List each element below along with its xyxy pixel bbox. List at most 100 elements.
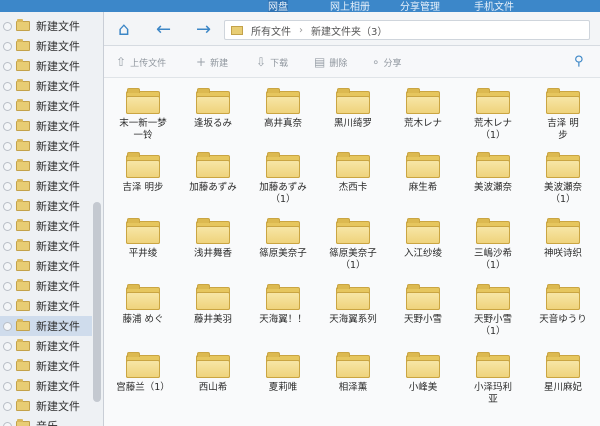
sidebar-folder-item[interactable]: 新建文件 — [0, 396, 92, 416]
sidebar-folder-item[interactable]: 新建文件 — [0, 296, 92, 316]
folder-item[interactable]: 篠原美奈子 （1） — [318, 216, 388, 280]
sidebar-folder-item[interactable]: 新建文件 — [0, 316, 92, 336]
home-icon[interactable]: ⌂ — [118, 21, 129, 39]
folder-item[interactable]: 小峰美 — [388, 350, 458, 414]
sidebar-folder-item[interactable]: 新建文件 — [0, 216, 92, 236]
folder-icon — [406, 88, 440, 114]
expand-toggle-icon[interactable] — [3, 401, 12, 411]
sidebar-folder-item[interactable]: 新建文件 — [0, 256, 92, 276]
sidebar-folder-item[interactable]: 新建文件 — [0, 76, 92, 96]
folder-name-line2: （1） — [480, 130, 506, 141]
folder-item[interactable]: 相泽薰 — [318, 350, 388, 414]
folder-item[interactable]: 加藤あずみ （1） — [248, 150, 318, 214]
folder-item[interactable]: 末一新一梦 一铃 — [108, 86, 178, 150]
new-folder-button[interactable]: + 新建 — [196, 55, 228, 69]
expand-toggle-icon[interactable] — [3, 301, 12, 311]
expand-toggle-icon[interactable] — [3, 81, 12, 91]
expand-toggle-icon[interactable] — [3, 181, 12, 191]
sidebar-folder-item[interactable]: 新建文件 — [0, 36, 92, 56]
folder-icon — [16, 219, 30, 231]
folder-item[interactable]: 篠原美奈子 — [248, 216, 318, 280]
expand-toggle-icon[interactable] — [3, 421, 12, 426]
upload-button[interactable]: ⇧ 上传文件 — [116, 55, 166, 69]
sidebar-folder-item[interactable]: 音乐 — [0, 416, 92, 426]
expand-toggle-icon[interactable] — [3, 101, 12, 111]
sidebar-folder-item[interactable]: 新建文件 — [0, 116, 92, 136]
expand-toggle-icon[interactable] — [3, 321, 12, 331]
expand-toggle-icon[interactable] — [3, 281, 12, 291]
share-button[interactable]: ∘ 分享 — [372, 55, 402, 69]
expand-toggle-icon[interactable] — [3, 261, 12, 271]
delete-button[interactable]: ▤ 删除 — [314, 55, 347, 69]
expand-toggle-icon[interactable] — [3, 381, 12, 391]
expand-toggle-icon[interactable] — [3, 121, 12, 131]
expand-toggle-icon[interactable] — [3, 21, 12, 31]
folder-item[interactable]: 浅井舞香 — [178, 216, 248, 280]
back-arrow-icon[interactable]: ← — [156, 21, 171, 39]
folder-name: 藤浦 めぐ — [122, 314, 164, 325]
folder-item[interactable]: 天野小雪 — [388, 282, 458, 346]
sidebar-folder-item[interactable]: 新建文件 — [0, 56, 92, 76]
expand-toggle-icon[interactable] — [3, 41, 12, 51]
folder-item[interactable]: 藤井美羽 — [178, 282, 248, 346]
folder-name: 吉泽 明步 — [122, 182, 164, 193]
folder-item[interactable]: 平井绫 — [108, 216, 178, 280]
folder-item[interactable]: 西山希 — [178, 350, 248, 414]
folder-item[interactable]: 逢坂るみ — [178, 86, 248, 150]
expand-toggle-icon[interactable] — [3, 161, 12, 171]
folder-item[interactable]: 天海翼！！ — [248, 282, 318, 346]
sidebar-folder-item[interactable]: 新建文件 — [0, 276, 92, 296]
expand-toggle-icon[interactable] — [3, 221, 12, 231]
folder-item[interactable]: 黑川绮罗 — [318, 86, 388, 150]
sidebar-folder-item[interactable]: 新建文件 — [0, 336, 92, 356]
sidebar-folder-item[interactable]: 新建文件 — [0, 376, 92, 396]
sidebar-folder-item[interactable]: 新建文件 — [0, 136, 92, 156]
folder-item[interactable]: 宫藤兰（1） — [108, 350, 178, 414]
folder-item[interactable]: 麻生希 — [388, 150, 458, 214]
breadcrumb-all-files[interactable]: 所有文件 — [251, 23, 291, 38]
expand-toggle-icon[interactable] — [3, 361, 12, 371]
folder-item[interactable]: 美波瀬奈 （1） — [528, 150, 598, 214]
folder-name: 加藤あずみ — [189, 182, 237, 193]
search-icon[interactable]: ⚲ — [574, 54, 584, 69]
expand-toggle-icon[interactable] — [3, 201, 12, 211]
sidebar-folder-item[interactable]: 新建文件 — [0, 96, 92, 116]
folder-item[interactable]: 小泽玛利亚 — [458, 350, 528, 414]
folder-item[interactable]: 杰西卡 — [318, 150, 388, 214]
folder-name: 吉泽 明 — [547, 118, 579, 129]
folder-item[interactable]: 荒木レナ （1） — [458, 86, 528, 150]
download-button[interactable]: ⇩ 下载 — [256, 55, 288, 69]
folder-item[interactable]: 天野小雪 （1） — [458, 282, 528, 346]
sidebar-folder-item[interactable]: 新建文件 — [0, 156, 92, 176]
sidebar-scrollbar[interactable] — [93, 202, 101, 402]
expand-toggle-icon[interactable] — [3, 61, 12, 71]
folder-item[interactable]: 星川麻妃 — [528, 350, 598, 414]
folder-item[interactable]: 加藤あずみ — [178, 150, 248, 214]
sidebar-folder-label: 新建文件 — [36, 180, 80, 193]
expand-toggle-icon[interactable] — [3, 241, 12, 251]
folder-item[interactable]: 荒木レナ — [388, 86, 458, 150]
folder-item[interactable]: 天海翼系列 — [318, 282, 388, 346]
sidebar-folder-label: 新建文件 — [36, 160, 80, 173]
expand-toggle-icon[interactable] — [3, 341, 12, 351]
breadcrumb-current-folder[interactable]: 新建文件夹（3） — [311, 23, 387, 38]
folder-item[interactable]: 天音ゆうり — [528, 282, 598, 346]
folder-icon — [16, 79, 30, 91]
sidebar-folder-item[interactable]: 新建文件 — [0, 356, 92, 376]
sidebar-folder-item[interactable]: 新建文件 — [0, 176, 92, 196]
folder-item[interactable]: 吉泽 明步 — [528, 86, 598, 150]
folder-icon — [126, 88, 160, 114]
folder-item[interactable]: 高井真奈 — [248, 86, 318, 150]
folder-item[interactable]: 吉泽 明步 — [108, 150, 178, 214]
expand-toggle-icon[interactable] — [3, 141, 12, 151]
sidebar-folder-item[interactable]: 新建文件 — [0, 236, 92, 256]
folder-item[interactable]: 三嶋沙希 （1） — [458, 216, 528, 280]
folder-item[interactable]: 夏莉唯 — [248, 350, 318, 414]
forward-arrow-icon[interactable]: → — [196, 21, 211, 39]
folder-item[interactable]: 美波瀬奈 — [458, 150, 528, 214]
sidebar-folder-item[interactable]: 新建文件 — [0, 16, 92, 36]
folder-item[interactable]: 神咲诗织 — [528, 216, 598, 280]
folder-item[interactable]: 藤浦 めぐ — [108, 282, 178, 346]
sidebar-folder-item[interactable]: 新建文件 — [0, 196, 92, 216]
folder-item[interactable]: 入江纱绫 — [388, 216, 458, 280]
